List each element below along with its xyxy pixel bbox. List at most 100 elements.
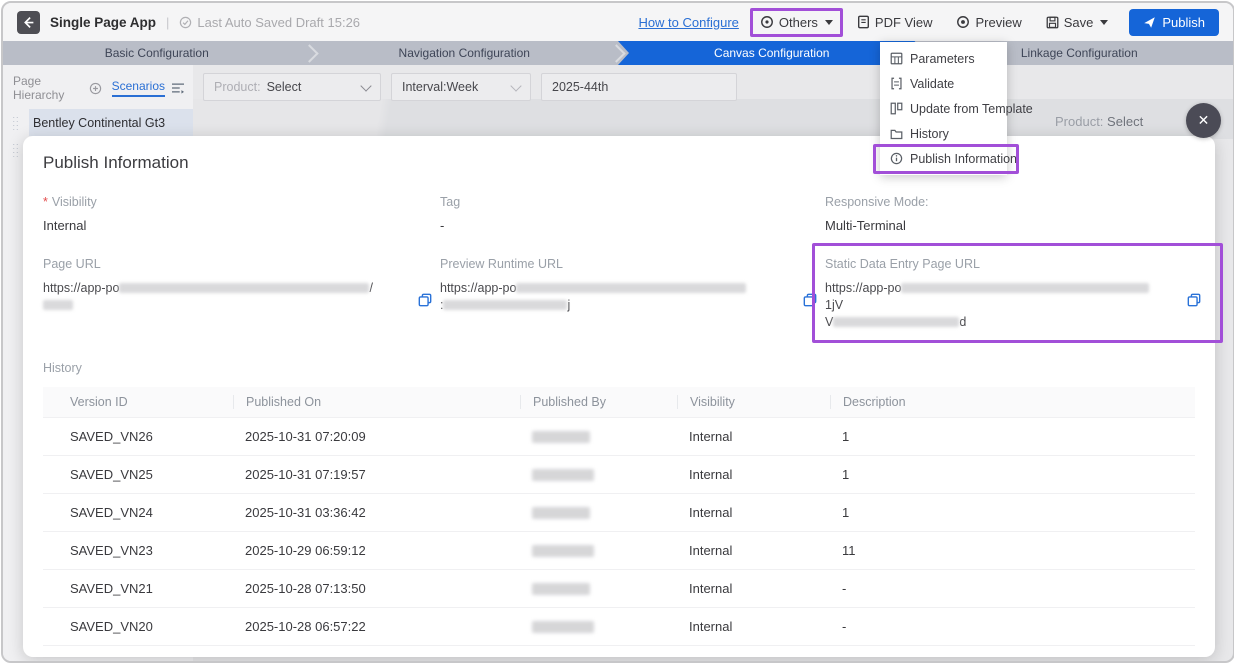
menu-item-label: Update from Template [910,102,1033,116]
history-table: Version ID Published On Published By Vis… [43,387,1195,646]
visibility-label: Visibility [52,195,97,209]
page-hierarchy-label: Page Hierarchy [13,74,85,102]
pdf-document-icon [857,15,870,29]
cell-published-on: 2025-10-31 03:36:42 [233,505,520,520]
redacted-text [532,583,590,595]
info-icon [890,152,903,165]
cell-description: 11 [830,543,1195,558]
current-page-button[interactable]: 1 [620,662,642,663]
modal-urls-row: Page URL https://app-po/ Preview Runtime… [43,257,1195,331]
cell-version-id: SAVED_VN23 [58,543,233,558]
others-label: Others [779,15,818,30]
add-page-icon[interactable] [89,82,102,95]
cell-published-by [520,507,677,519]
redacted-text [119,283,369,293]
redacted-text [833,317,959,327]
redacted-text [516,283,746,293]
tab-navigation-configuration[interactable]: Navigation Configuration [311,41,619,65]
how-to-configure-link[interactable]: How to Configure [638,15,738,30]
preview-eye-icon [956,15,970,29]
cell-published-by [520,621,677,633]
redacted-text [443,300,567,310]
responsive-mode-value: Multi-Terminal [825,218,1195,233]
title-separator: | [166,15,169,30]
menu-item-update-from-template[interactable]: Update from Template [880,96,1007,121]
cell-published-on: 2025-10-28 06:57:22 [233,619,520,634]
publish-button[interactable]: Publish [1129,9,1219,36]
table-row: SAVED_VN23 2025-10-29 06:59:12 Internal … [43,532,1195,570]
column-version-id: Version ID [58,395,233,409]
scenarios-tab[interactable]: Scenarios [112,79,165,97]
pdf-view-button[interactable]: PDF View [854,13,936,32]
canvas-product-value: Select [1107,114,1143,129]
cell-published-by [520,431,677,443]
static-data-entry-url-field: Static Data Entry Page URL https://app-p… [825,257,1195,331]
chevron-down-icon [1100,20,1108,25]
week-input[interactable]: 2025-44th [541,73,737,101]
menu-item-publish-information[interactable]: Publish Information [880,146,1007,171]
cell-published-on: 2025-10-28 07:13:50 [233,581,520,596]
scenario-item-label: Bentley Continental Gt3 [33,116,165,130]
table-row: SAVED_VN21 2025-10-28 07:13:50 Internal … [43,570,1195,608]
top-bar: Single Page App | Last Auto Saved Draft … [3,3,1233,41]
tag-label: Tag [440,195,825,209]
save-button[interactable]: Save [1043,13,1112,32]
scenario-list-icon[interactable] [171,82,185,94]
table-row: SAVED_VN20 2025-10-28 06:57:22 Internal … [43,608,1195,646]
copy-page-url-icon[interactable] [418,293,432,307]
cell-published-by [520,583,677,595]
cell-version-id: SAVED_VN25 [58,467,233,482]
copy-preview-url-icon[interactable] [803,293,817,307]
close-icon: ✕ [1198,112,1210,129]
redacted-text [532,545,594,557]
cell-description: - [830,619,1195,634]
drag-handle-icon[interactable]: :::: [3,115,29,131]
modal-close-button[interactable]: ✕ [1186,103,1221,138]
tab-basic-configuration[interactable]: Basic Configuration [3,41,311,65]
page-url-value: https://app-po/ [43,280,406,314]
interval-select[interactable]: Interval:Week [391,73,531,101]
preview-runtime-url-label: Preview Runtime URL [440,257,791,271]
step-label: Linkage Configuration [1021,46,1138,60]
autosave-status: Last Auto Saved Draft 15:26 [179,15,360,30]
column-visibility: Visibility [677,395,830,409]
canvas-product-select[interactable]: Product: Select [1055,114,1143,129]
product-select[interactable]: Product: Select [203,73,381,101]
page-url-field: Page URL https://app-po/ [43,257,440,331]
preview-button[interactable]: Preview [953,13,1024,32]
others-button[interactable]: Others [757,13,836,32]
menu-item-history[interactable]: History [880,121,1007,146]
column-published-by: Published By [520,395,677,409]
menu-item-parameters[interactable]: Parameters [880,46,1007,71]
history-table-header: Version ID Published On Published By Vis… [43,387,1195,418]
cell-published-by [520,545,677,557]
sidebar-header: Page Hierarchy Scenarios [3,65,193,109]
redacted-text [532,431,590,443]
page-hierarchy-tab[interactable]: Page Hierarchy [13,74,102,102]
interval-value: Interval:Week [402,80,478,94]
cell-visibility: Internal [677,619,830,634]
scenario-item-bentley[interactable]: :::: Bentley Continental Gt3 [3,109,193,136]
cell-version-id: SAVED_VN26 [58,429,233,444]
table-footer: Total Records: 6 ‹ 1 › 10 / page ∨ [43,662,1195,663]
week-value: 2025-44th [552,80,608,94]
chevron-down-icon [360,80,371,91]
save-label: Save [1064,15,1094,30]
redacted-text [43,300,73,310]
copy-static-url-icon[interactable] [1187,293,1201,307]
cell-published-on: 2025-10-31 07:19:57 [233,467,520,482]
menu-item-label: Parameters [910,52,975,66]
step-label: Canvas Configuration [714,46,829,60]
tag-field: Tag - [440,195,825,233]
folder-icon [890,128,903,140]
pagination: ‹ 1 › [133,662,1128,663]
menu-item-label: History [910,127,949,141]
template-icon [890,102,903,115]
preview-label: Preview [975,15,1021,30]
menu-item-validate[interactable]: Validate [880,71,1007,96]
canvas-product-label: Product: [1055,114,1103,129]
redacted-text [532,507,590,519]
back-button[interactable] [17,11,40,34]
modal-fields-row: *Visibility Internal Tag - Responsive Mo… [43,195,1195,233]
table-row: SAVED_VN25 2025-10-31 07:19:57 Internal … [43,456,1195,494]
